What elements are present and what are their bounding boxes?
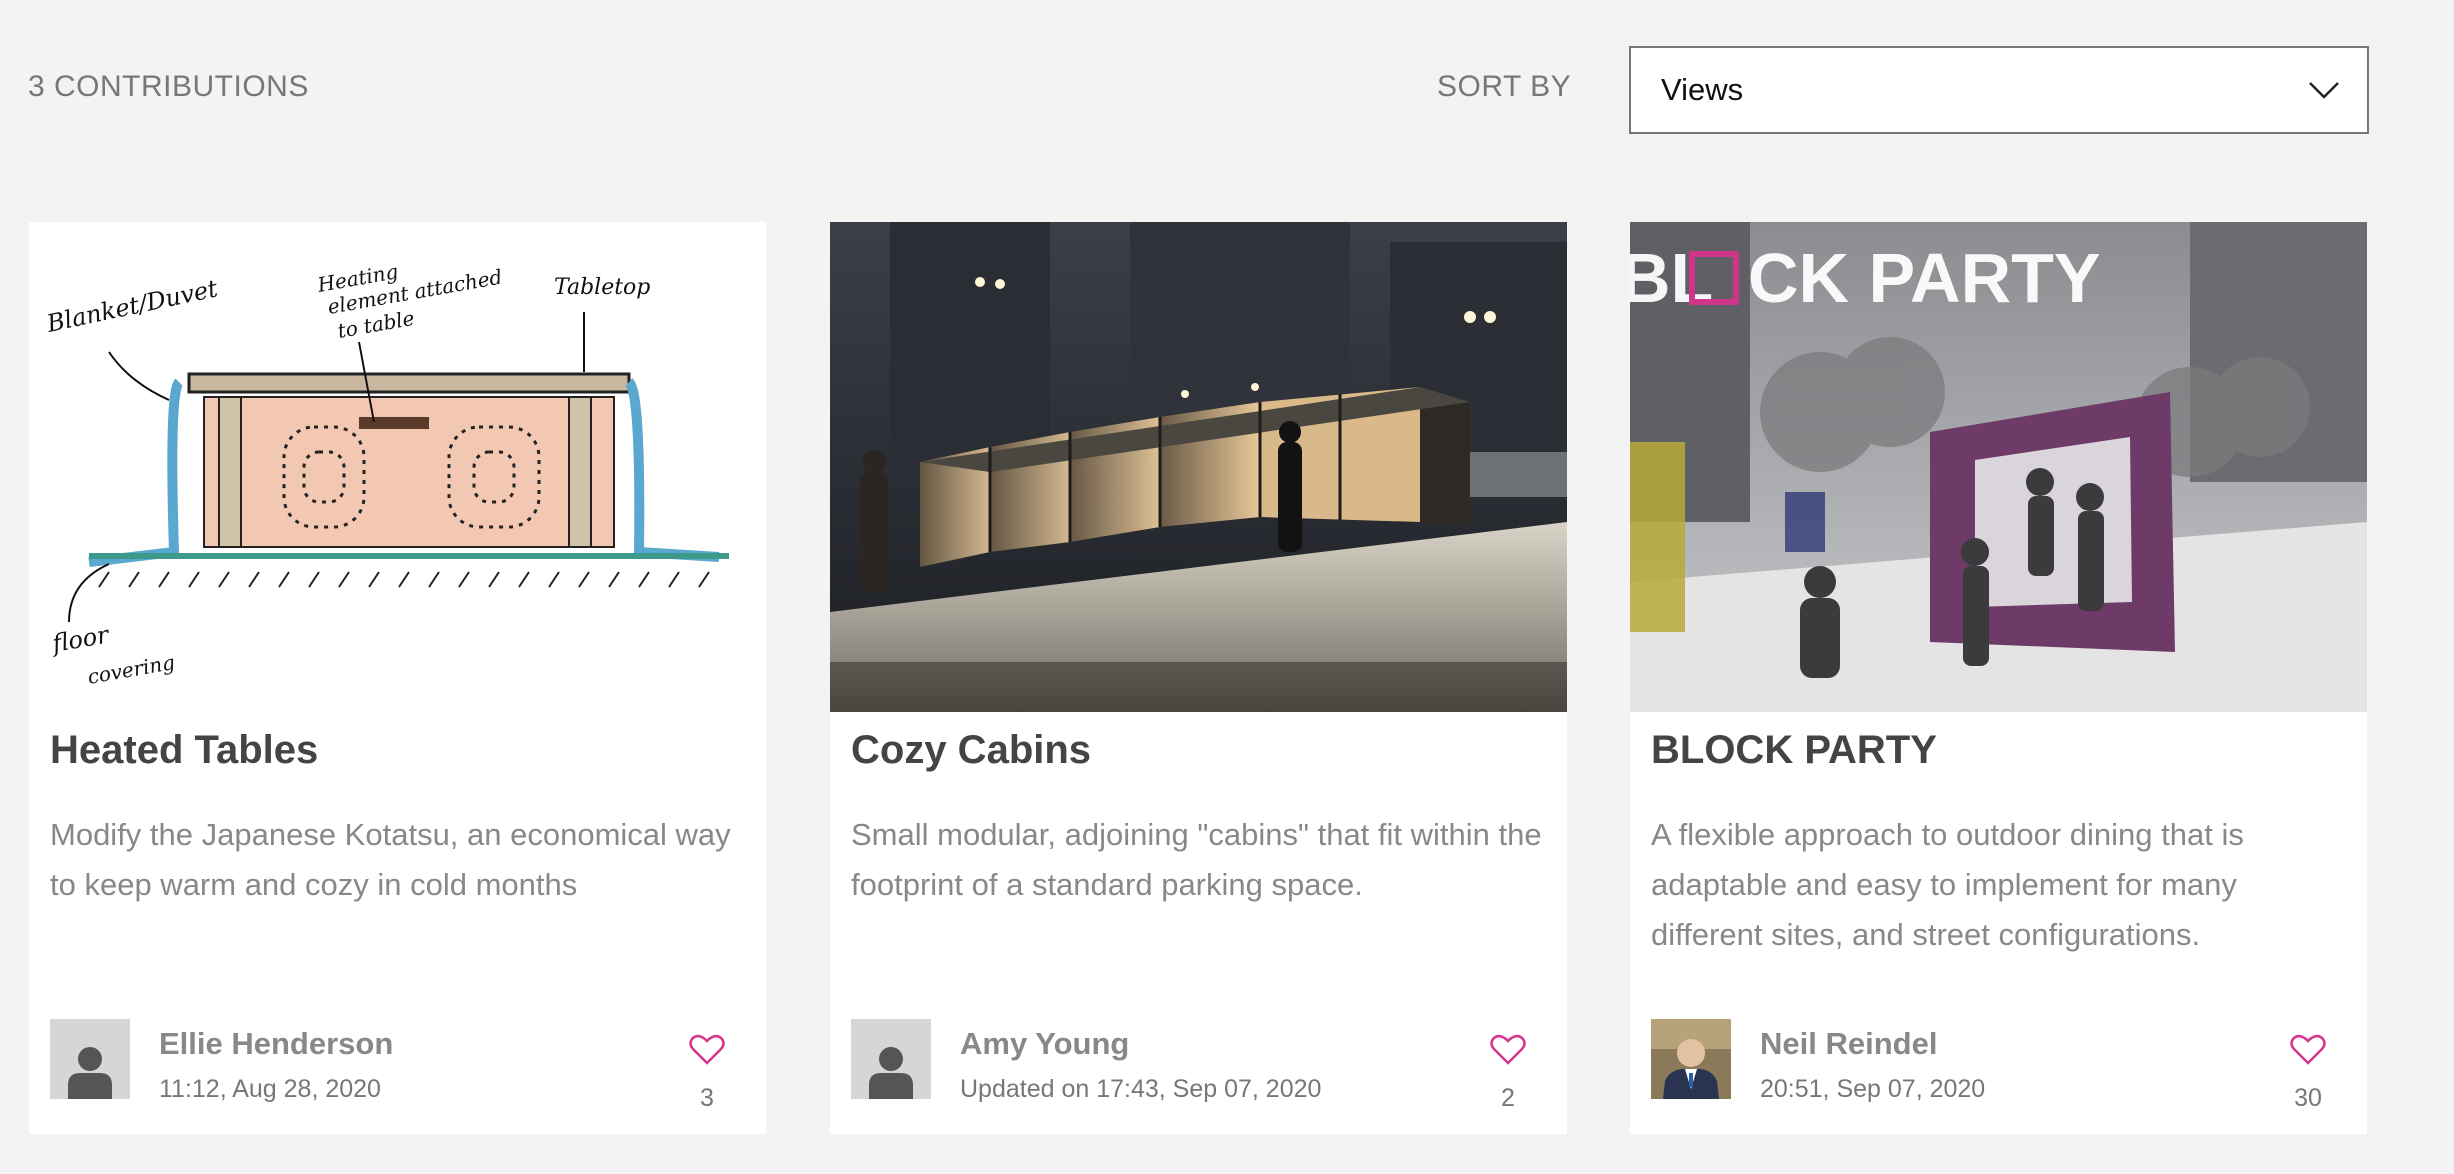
sort-select[interactable]: Views (1629, 46, 2369, 134)
author-name[interactable]: Amy Young (960, 1026, 1129, 1062)
kotatsu-sketch-image: Blanket/Duvet Heating element attached t… (29, 222, 766, 712)
card-image-sketch[interactable]: Blanket/Duvet Heating element attached t… (29, 222, 766, 712)
card-title[interactable]: Heated Tables (50, 728, 318, 773)
like-count: 3 (700, 1084, 714, 1112)
card-title[interactable]: Cozy Cabins (851, 728, 1091, 773)
avatar (851, 1019, 931, 1099)
card-title[interactable]: BLOCK PARTY (1651, 728, 1937, 773)
sort-by-label: SORT BY (1437, 70, 1572, 103)
post-date: 11:12, Aug 28, 2020 (159, 1075, 381, 1103)
svg-text:Tabletop: Tabletop (554, 275, 650, 300)
block-party-render-image: BL CK PARTY (1630, 222, 2367, 712)
avatar (1651, 1019, 1731, 1099)
author-name[interactable]: Neil Reindel (1760, 1026, 1937, 1062)
svg-text:CK PARTY: CK PARTY (1748, 239, 2101, 317)
avatar (50, 1019, 130, 1099)
contributions-count: 3 CONTRIBUTIONS (28, 70, 309, 103)
heart-icon[interactable] (689, 1034, 725, 1066)
contribution-card[interactable]: Cozy Cabins Small modular, adjoining "ca… (830, 222, 1567, 1134)
card-image-cabins[interactable] (830, 222, 1567, 712)
default-user-icon (50, 1019, 130, 1099)
user-photo (1651, 1019, 1731, 1099)
card-image-block-party[interactable]: BL CK PARTY (1630, 222, 2367, 712)
card-description: A flexible approach to outdoor dining th… (1651, 817, 2244, 952)
block-party-logo-text: BL (1630, 239, 1713, 317)
like-count: 30 (2294, 1084, 2322, 1112)
cabins-render-image (830, 222, 1567, 712)
contribution-card[interactable]: Blanket/Duvet Heating element attached t… (29, 222, 766, 1134)
like-count: 2 (1501, 1084, 1515, 1112)
post-date: 20:51, Sep 07, 2020 (1760, 1075, 1986, 1103)
heart-icon[interactable] (1490, 1034, 1526, 1066)
author-name[interactable]: Ellie Henderson (159, 1026, 393, 1062)
contribution-card[interactable]: BL CK PARTY BLOCK PARTY A flexible appro… (1630, 222, 2367, 1134)
card-description: Small modular, adjoining "cabins" that f… (851, 817, 1542, 902)
heart-icon[interactable] (2290, 1034, 2326, 1066)
card-description: Modify the Japanese Kotatsu, an economic… (50, 817, 731, 902)
default-user-icon (851, 1019, 931, 1099)
chevron-down-icon (2309, 82, 2339, 99)
sort-select-value: Views (1661, 72, 1744, 107)
contributions-toolbar: 3 CONTRIBUTIONS SORT BY Views (0, 0, 2454, 180)
post-date: Updated on 17:43, Sep 07, 2020 (960, 1075, 1322, 1103)
